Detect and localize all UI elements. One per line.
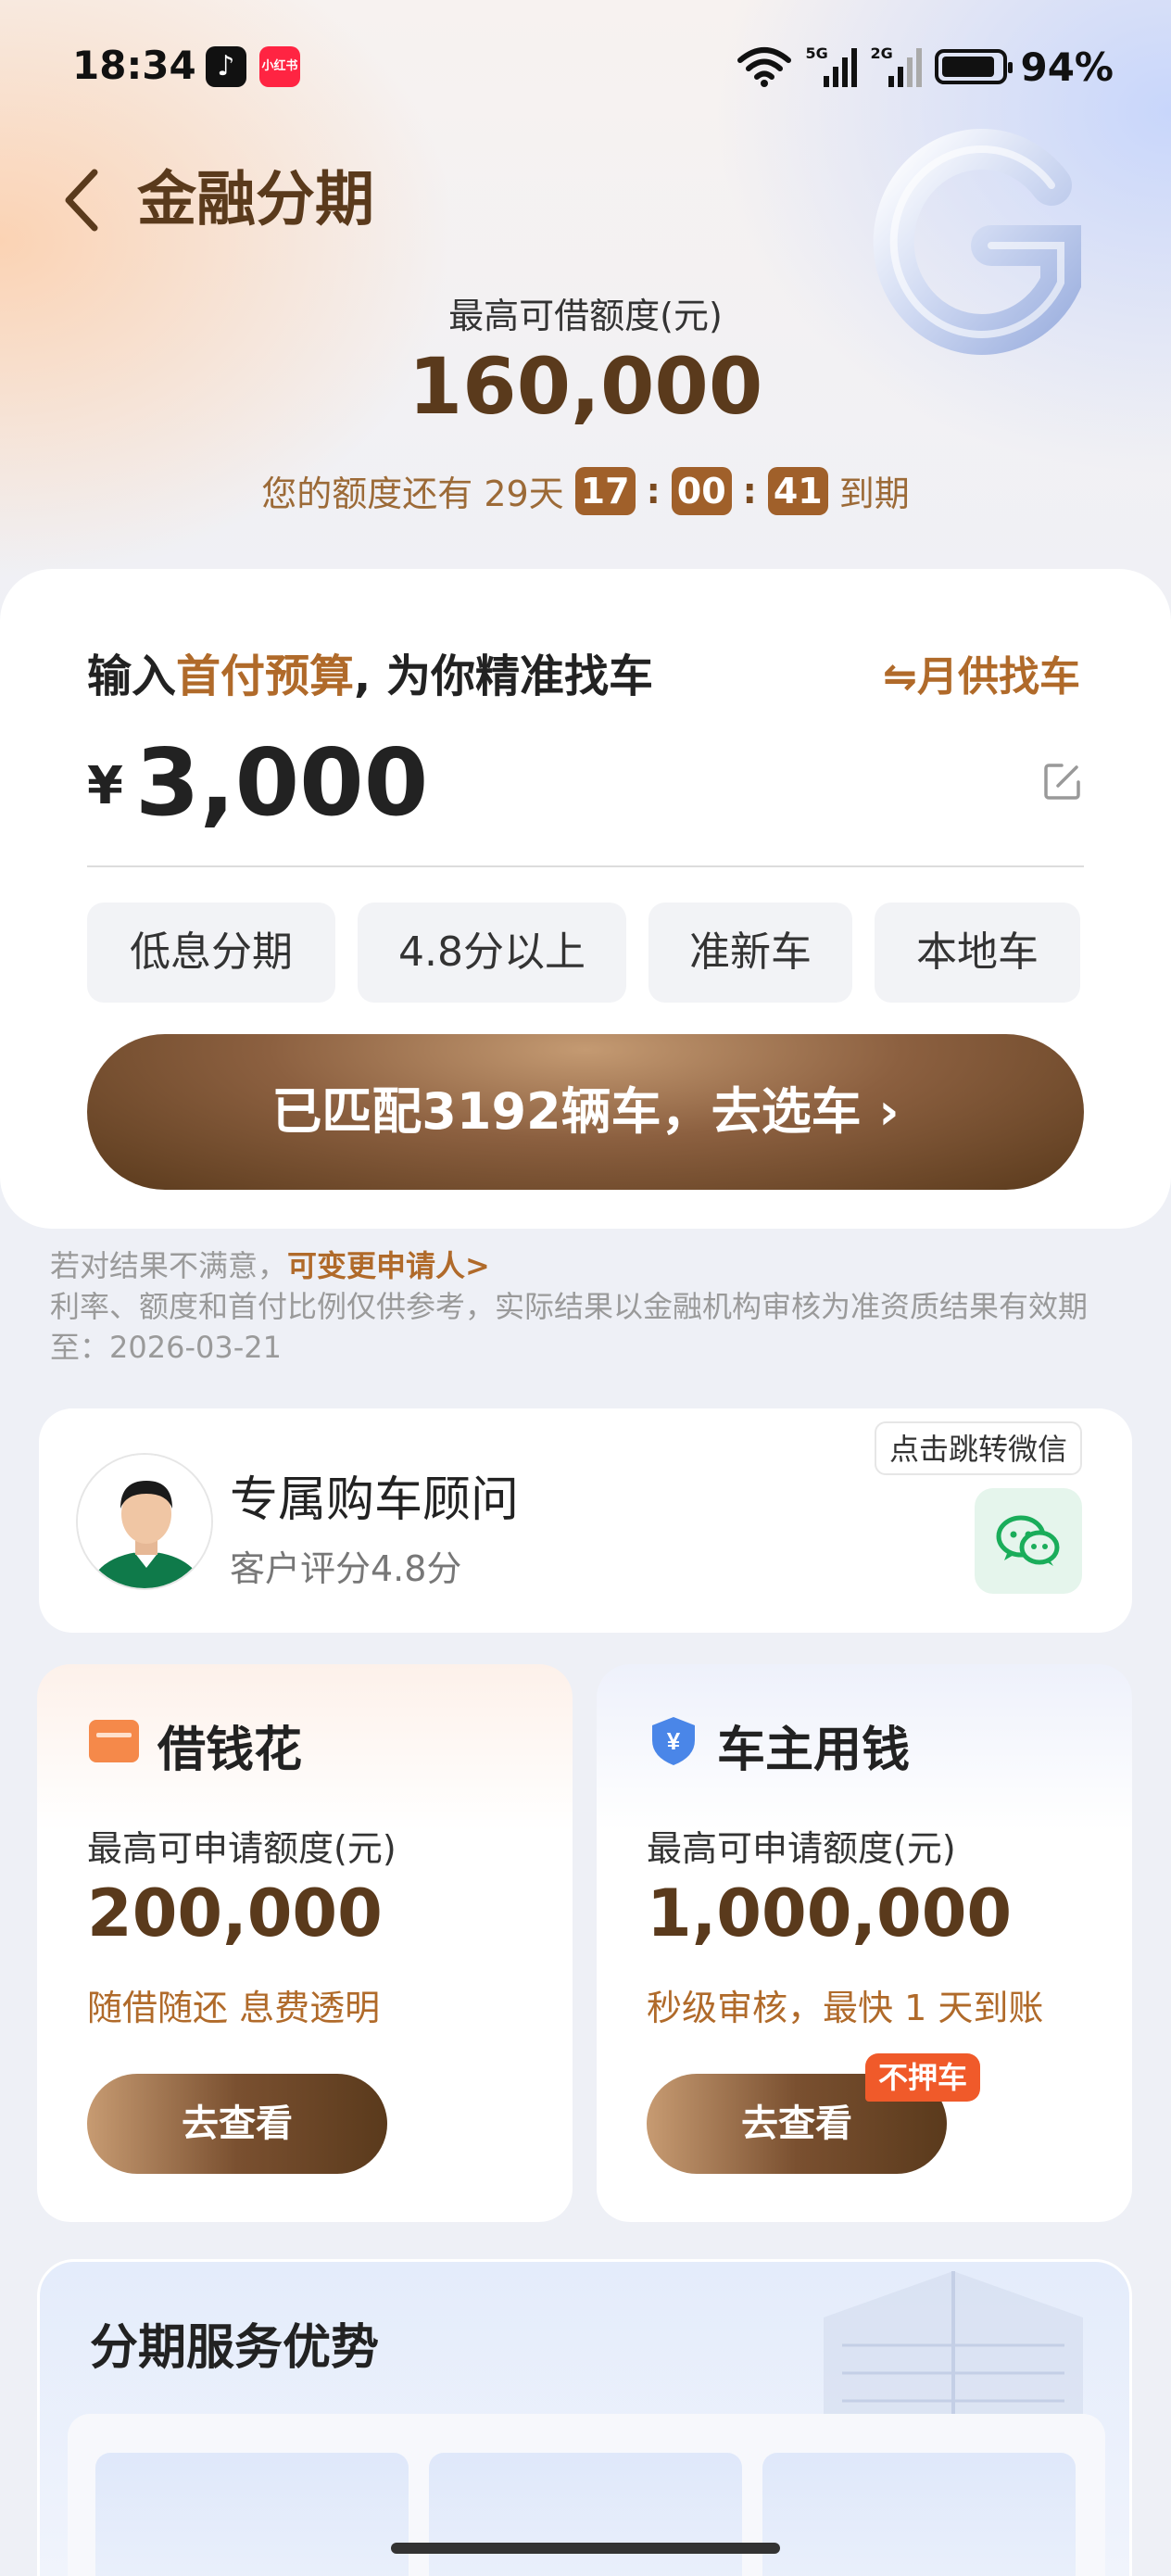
- xiaohongshu-icon: 小红书: [259, 46, 300, 87]
- view-button[interactable]: 去查看: [87, 2074, 387, 2174]
- chip-low-interest[interactable]: 低息分期: [87, 903, 335, 1003]
- advisor-title: 专属购车顾问: [230, 1472, 520, 1528]
- home-indicator[interactable]: [391, 2543, 780, 2554]
- limit-label: 最高可借额度(元): [448, 296, 723, 336]
- budget-card-title: 输入首付预算, 为你精准找车: [87, 650, 653, 702]
- chip-local-car[interactable]: 本地车: [875, 903, 1080, 1003]
- currency-symbol: ¥: [87, 756, 123, 816]
- wifi-icon: [737, 47, 792, 87]
- page-title: 金融分期: [137, 166, 374, 234]
- chip-rating[interactable]: 4.8分以上: [358, 903, 626, 1003]
- status-time: 18:34: [72, 43, 196, 88]
- countdown-seconds: 41: [767, 466, 828, 515]
- product-desc: 随借随还 息费透明: [87, 1988, 381, 2028]
- countdown-prefix: 您的额度还有 29天: [261, 474, 564, 514]
- signal-5g-icon: 5G: [805, 44, 858, 89]
- countdown-hours: 17: [574, 466, 636, 515]
- status-bar: 18:34 ♪ 小红书 5G 2G 94%: [0, 0, 1171, 139]
- edit-icon[interactable]: [1041, 760, 1084, 802]
- product-desc: 秒级审核，最快 1 天到账: [647, 1988, 1044, 2028]
- service-advantages: 分期服务优势: [37, 2259, 1132, 2576]
- product-title: 借钱花: [157, 1723, 303, 1778]
- limit-countdown: 您的额度还有 29天 17 : 00 : 41 到期: [0, 465, 1171, 516]
- wechat-tooltip: 点击跳转微信: [874, 1421, 1082, 1475]
- product-limit-label: 最高可申请额度(元): [87, 1828, 397, 1869]
- advisor-card[interactable]: 专属购车顾问 客户评分4.8分 点击跳转微信: [39, 1408, 1132, 1633]
- back-arrow-icon[interactable]: [57, 163, 109, 237]
- filter-chips: 低息分期 4.8分以上 准新车 本地车: [87, 903, 1084, 1003]
- chip-nearly-new[interactable]: 准新车: [648, 903, 852, 1003]
- no-collateral-badge: 不押车: [865, 2053, 981, 2102]
- product-card-borrow[interactable]: 借钱花 最高可申请额度(元) 200,000 随借随还 息费透明 去查看: [37, 1664, 573, 2222]
- disclaimer-notes: 若对结果不满意，可变更申请人> 利率、额度和首付比例仅供参考，实际结果以金融机构…: [50, 1245, 1125, 1368]
- budget-input[interactable]: ¥ 3,000: [87, 728, 1084, 867]
- limit-value: 160,000: [408, 341, 763, 432]
- battery-icon: [935, 49, 1014, 84]
- battery-level: 94%: [1020, 44, 1114, 90]
- avatar: [76, 1453, 213, 1590]
- advantage-tile[interactable]: [95, 2453, 409, 2576]
- signal-2g-icon: 2G: [870, 44, 923, 89]
- shield-yuan-icon: ¥: [652, 1717, 695, 1765]
- change-applicant-link[interactable]: 可变更申请人>: [287, 1248, 490, 1283]
- product-card-owner-loan[interactable]: ¥ 车主用钱 最高可申请额度(元) 1,000,000 秒级审核，最快 1 天到…: [597, 1664, 1132, 2222]
- wallet-icon: [89, 1720, 139, 1762]
- product-limit-value: 1,000,000: [647, 1875, 1013, 1951]
- product-limit-label: 最高可申请额度(元): [647, 1828, 956, 1869]
- countdown-suffix: 到期: [838, 474, 910, 514]
- product-title: 车主用钱: [717, 1723, 911, 1778]
- monthly-payment-switch[interactable]: ⇋月供找车: [883, 643, 1080, 702]
- section-title: 分期服务优势: [90, 2320, 380, 2376]
- advantage-tile[interactable]: [429, 2453, 742, 2576]
- countdown-minutes: 00: [671, 466, 732, 515]
- budget-amount[interactable]: 3,000: [135, 728, 428, 837]
- wechat-button[interactable]: [975, 1488, 1082, 1594]
- notes-disclaimer: 利率、额度和首付比例仅供参考，实际结果以金融机构审核为准资质结果有效期至：202…: [50, 1289, 1089, 1365]
- notes-text: 若对结果不满意，: [50, 1248, 288, 1283]
- status-indicators: 5G 2G 94%: [737, 41, 1114, 93]
- svg-text:¥: ¥: [667, 1727, 681, 1755]
- product-limit-value: 200,000: [87, 1875, 383, 1951]
- advantage-tile[interactable]: [762, 2453, 1076, 2576]
- wechat-icon: [996, 1515, 1060, 1566]
- tiktok-icon: ♪: [206, 46, 246, 87]
- advisor-score: 客户评分4.8分: [230, 1548, 462, 1589]
- select-car-button[interactable]: 已匹配3192辆车，去选车 ›: [87, 1034, 1084, 1190]
